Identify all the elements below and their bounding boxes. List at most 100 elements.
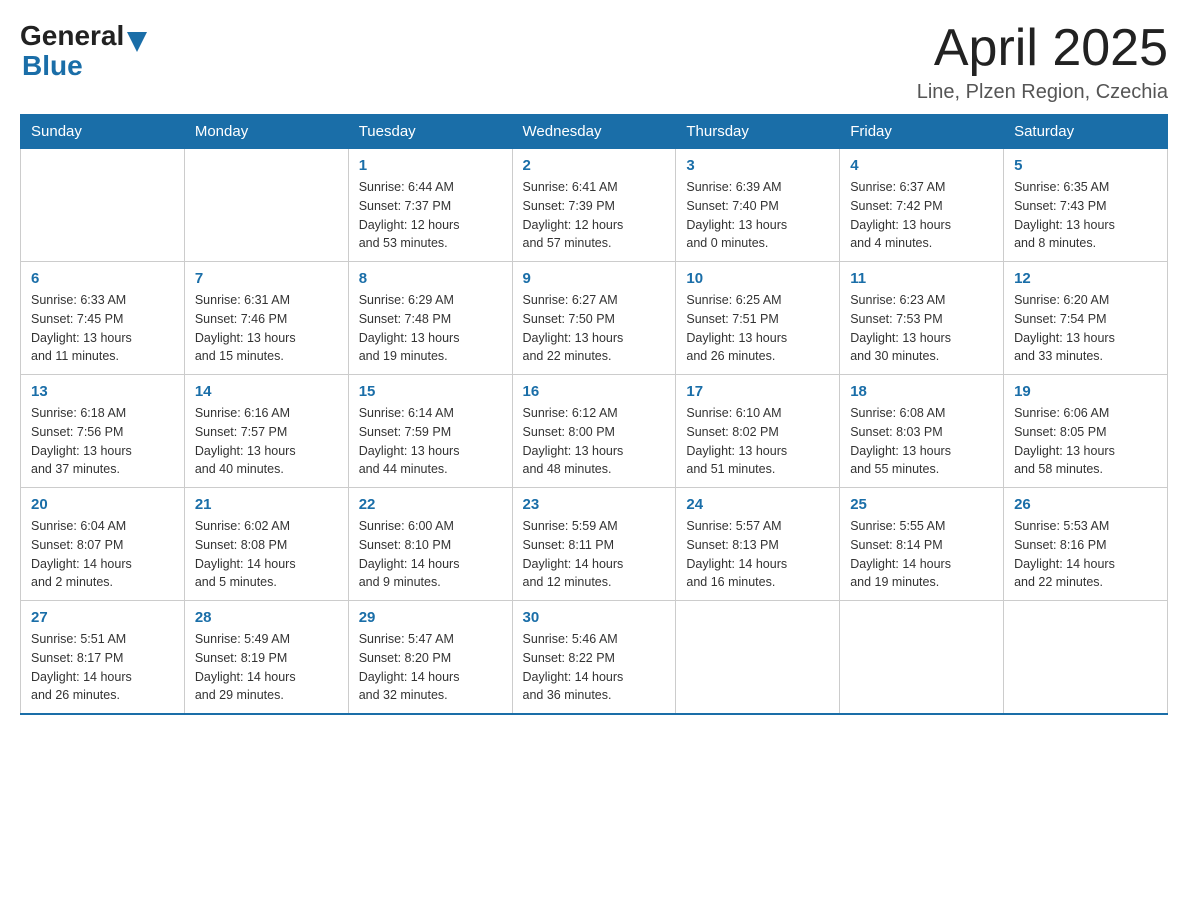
calendar-cell: 20 Sunrise: 6:04 AM Sunset: 8:07 PM Dayli…	[21, 488, 185, 601]
calendar-cell	[840, 601, 1004, 715]
calendar-cell: 17 Sunrise: 6:10 AM Sunset: 8:02 PM Dayli…	[676, 375, 840, 488]
day-info: Sunrise: 6:44 AM Sunset: 7:37 PM Dayligh…	[359, 178, 502, 253]
day-info: Sunrise: 6:20 AM Sunset: 7:54 PM Dayligh…	[1014, 291, 1157, 366]
day-number: 13	[31, 383, 174, 400]
day-info: Sunrise: 5:57 AM Sunset: 8:13 PM Dayligh…	[686, 517, 829, 592]
calendar-header-row: SundayMondayTuesdayWednesdayThursdayFrid…	[21, 115, 1168, 149]
calendar-cell: 12 Sunrise: 6:20 AM Sunset: 7:54 PM Dayli…	[1004, 262, 1168, 375]
logo-general-text: General	[20, 20, 124, 52]
day-number: 16	[523, 383, 666, 400]
calendar-cell: 14 Sunrise: 6:16 AM Sunset: 7:57 PM Dayli…	[184, 375, 348, 488]
day-number: 12	[1014, 270, 1157, 287]
day-number: 21	[195, 496, 338, 513]
day-info: Sunrise: 6:29 AM Sunset: 7:48 PM Dayligh…	[359, 291, 502, 366]
day-number: 15	[359, 383, 502, 400]
day-number: 22	[359, 496, 502, 513]
day-info: Sunrise: 6:25 AM Sunset: 7:51 PM Dayligh…	[686, 291, 829, 366]
day-info: Sunrise: 6:04 AM Sunset: 8:07 PM Dayligh…	[31, 517, 174, 592]
day-number: 20	[31, 496, 174, 513]
day-info: Sunrise: 6:41 AM Sunset: 7:39 PM Dayligh…	[523, 178, 666, 253]
weekday-header-friday: Friday	[840, 115, 1004, 149]
calendar-cell: 2Sunrise: 6:41 AM Sunset: 7:39 PM Daylig…	[512, 149, 676, 262]
calendar-cell: 9 Sunrise: 6:27 AM Sunset: 7:50 PM Daylig…	[512, 262, 676, 375]
weekday-header-monday: Monday	[184, 115, 348, 149]
day-info: Sunrise: 6:33 AM Sunset: 7:45 PM Dayligh…	[31, 291, 174, 366]
day-number: 14	[195, 383, 338, 400]
calendar-week-3: 13Sunrise: 6:18 AM Sunset: 7:56 PM Dayli…	[21, 375, 1168, 488]
weekday-header-tuesday: Tuesday	[348, 115, 512, 149]
day-info: Sunrise: 6:02 AM Sunset: 8:08 PM Dayligh…	[195, 517, 338, 592]
calendar-cell	[676, 601, 840, 715]
logo: General Blue	[20, 20, 147, 82]
day-info: Sunrise: 6:39 AM Sunset: 7:40 PM Dayligh…	[686, 178, 829, 253]
day-number: 7	[195, 270, 338, 287]
day-info: Sunrise: 6:27 AM Sunset: 7:50 PM Dayligh…	[523, 291, 666, 366]
day-info: Sunrise: 5:47 AM Sunset: 8:20 PM Dayligh…	[359, 630, 502, 705]
calendar-cell: 22 Sunrise: 6:00 AM Sunset: 8:10 PM Dayli…	[348, 488, 512, 601]
calendar-cell: 10Sunrise: 6:25 AM Sunset: 7:51 PM Dayli…	[676, 262, 840, 375]
calendar-cell: 30 Sunrise: 5:46 AM Sunset: 8:22 PM Dayli…	[512, 601, 676, 715]
day-info: Sunrise: 6:00 AM Sunset: 8:10 PM Dayligh…	[359, 517, 502, 592]
day-info: Sunrise: 6:35 AM Sunset: 7:43 PM Dayligh…	[1014, 178, 1157, 253]
day-info: Sunrise: 5:59 AM Sunset: 8:11 PM Dayligh…	[523, 517, 666, 592]
day-info: Sunrise: 6:06 AM Sunset: 8:05 PM Dayligh…	[1014, 404, 1157, 479]
day-number: 6	[31, 270, 174, 287]
day-info: Sunrise: 6:16 AM Sunset: 7:57 PM Dayligh…	[195, 404, 338, 479]
calendar-table: SundayMondayTuesdayWednesdayThursdayFrid…	[20, 114, 1168, 715]
calendar-cell: 16 Sunrise: 6:12 AM Sunset: 8:00 PM Dayli…	[512, 375, 676, 488]
day-info: Sunrise: 6:31 AM Sunset: 7:46 PM Dayligh…	[195, 291, 338, 366]
logo-blue-text: Blue	[22, 50, 83, 82]
day-info: Sunrise: 5:46 AM Sunset: 8:22 PM Dayligh…	[523, 630, 666, 705]
calendar-week-2: 6 Sunrise: 6:33 AM Sunset: 7:45 PM Daylig…	[21, 262, 1168, 375]
day-number: 17	[686, 383, 829, 400]
day-number: 25	[850, 496, 993, 513]
calendar-cell: 24 Sunrise: 5:57 AM Sunset: 8:13 PM Dayli…	[676, 488, 840, 601]
calendar-week-4: 20 Sunrise: 6:04 AM Sunset: 8:07 PM Dayli…	[21, 488, 1168, 601]
day-info: Sunrise: 5:55 AM Sunset: 8:14 PM Dayligh…	[850, 517, 993, 592]
calendar-cell: 5 Sunrise: 6:35 AM Sunset: 7:43 PM Daylig…	[1004, 149, 1168, 262]
day-number: 3	[686, 157, 829, 174]
day-number: 23	[523, 496, 666, 513]
day-number: 11	[850, 270, 993, 287]
day-info: Sunrise: 6:10 AM Sunset: 8:02 PM Dayligh…	[686, 404, 829, 479]
logo-triangle-icon	[127, 32, 147, 52]
calendar-cell: 6 Sunrise: 6:33 AM Sunset: 7:45 PM Daylig…	[21, 262, 185, 375]
calendar-week-1: 1 Sunrise: 6:44 AM Sunset: 7:37 PM Daylig…	[21, 149, 1168, 262]
weekday-header-wednesday: Wednesday	[512, 115, 676, 149]
calendar-cell: 26 Sunrise: 5:53 AM Sunset: 8:16 PM Dayli…	[1004, 488, 1168, 601]
day-number: 9	[523, 270, 666, 287]
day-number: 19	[1014, 383, 1157, 400]
day-number: 5	[1014, 157, 1157, 174]
day-number: 1	[359, 157, 502, 174]
weekday-header-saturday: Saturday	[1004, 115, 1168, 149]
calendar-cell	[21, 149, 185, 262]
calendar-cell: 21 Sunrise: 6:02 AM Sunset: 8:08 PM Dayli…	[184, 488, 348, 601]
calendar-cell: 1 Sunrise: 6:44 AM Sunset: 7:37 PM Daylig…	[348, 149, 512, 262]
day-info: Sunrise: 6:12 AM Sunset: 8:00 PM Dayligh…	[523, 404, 666, 479]
title-section: April 2025 Line, Plzen Region, Czechia	[917, 20, 1168, 104]
day-info: Sunrise: 5:51 AM Sunset: 8:17 PM Dayligh…	[31, 630, 174, 705]
calendar-cell	[1004, 601, 1168, 715]
weekday-header-thursday: Thursday	[676, 115, 840, 149]
calendar-cell: 25 Sunrise: 5:55 AM Sunset: 8:14 PM Dayli…	[840, 488, 1004, 601]
weekday-header-sunday: Sunday	[21, 115, 185, 149]
calendar-cell: 29 Sunrise: 5:47 AM Sunset: 8:20 PM Dayli…	[348, 601, 512, 715]
day-number: 26	[1014, 496, 1157, 513]
calendar-cell: 3 Sunrise: 6:39 AM Sunset: 7:40 PM Daylig…	[676, 149, 840, 262]
day-number: 24	[686, 496, 829, 513]
day-info: Sunrise: 5:53 AM Sunset: 8:16 PM Dayligh…	[1014, 517, 1157, 592]
day-info: Sunrise: 6:08 AM Sunset: 8:03 PM Dayligh…	[850, 404, 993, 479]
month-title: April 2025	[917, 20, 1168, 77]
day-number: 29	[359, 609, 502, 626]
calendar-cell: 19 Sunrise: 6:06 AM Sunset: 8:05 PM Dayli…	[1004, 375, 1168, 488]
calendar-cell: 11Sunrise: 6:23 AM Sunset: 7:53 PM Dayli…	[840, 262, 1004, 375]
day-number: 28	[195, 609, 338, 626]
day-number: 27	[31, 609, 174, 626]
calendar-cell: 18Sunrise: 6:08 AM Sunset: 8:03 PM Dayli…	[840, 375, 1004, 488]
day-info: Sunrise: 6:37 AM Sunset: 7:42 PM Dayligh…	[850, 178, 993, 253]
calendar-cell: 23 Sunrise: 5:59 AM Sunset: 8:11 PM Dayli…	[512, 488, 676, 601]
day-number: 30	[523, 609, 666, 626]
page-header: General Blue April 2025 Line, Plzen Regi…	[20, 20, 1168, 104]
calendar-cell: 8Sunrise: 6:29 AM Sunset: 7:48 PM Daylig…	[348, 262, 512, 375]
calendar-cell: 4Sunrise: 6:37 AM Sunset: 7:42 PM Daylig…	[840, 149, 1004, 262]
